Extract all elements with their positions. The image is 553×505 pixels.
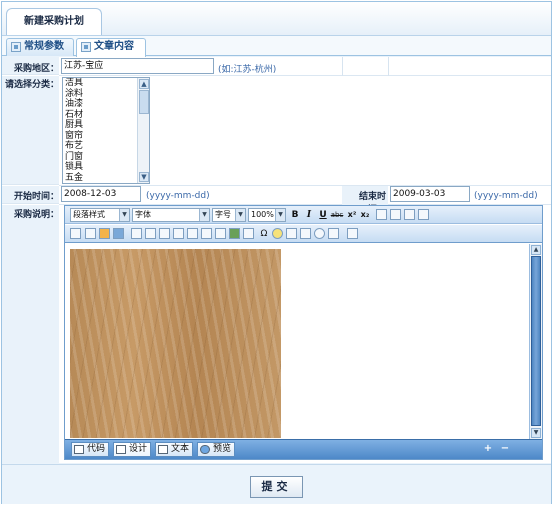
subscript-button[interactable]: x₂ (359, 209, 371, 221)
editor-mode-bar: 代码 设计 文本 预览 + − (65, 439, 542, 459)
select-value: 100% (251, 210, 274, 219)
align-right-icon[interactable] (404, 209, 415, 220)
chevron-down-icon: ▼ (119, 209, 129, 221)
expand-icon[interactable]: + (483, 444, 493, 454)
start-time-label: 开始时间： (13, 192, 59, 202)
tab-general-params[interactable]: 常规参数 (6, 38, 74, 56)
end-time-input[interactable]: 2009-03-03 (390, 186, 470, 202)
unlink-icon[interactable] (243, 228, 254, 239)
region-input[interactable]: 江苏-宝应 (61, 58, 214, 74)
divider (388, 57, 389, 76)
select-value: 字体 (135, 210, 151, 219)
clock-icon[interactable] (314, 228, 325, 239)
preview-icon (200, 445, 210, 454)
mode-preview-button[interactable]: 预览 (197, 442, 236, 457)
submit-button[interactable]: 提交 (250, 476, 303, 498)
page-icon[interactable] (131, 228, 142, 239)
underline-button[interactable]: U (317, 209, 329, 221)
scroll-thumb[interactable] (139, 90, 149, 114)
paragraph-style-select[interactable]: 段落样式 ▼ (70, 208, 130, 222)
chevron-down-icon: ▼ (235, 209, 245, 221)
select-value: 段落样式 (73, 210, 105, 219)
zoom-select[interactable]: 100% ▼ (248, 208, 286, 222)
chevron-down-icon: ▼ (275, 209, 285, 221)
scroll-up-icon[interactable]: ▲ (531, 245, 541, 255)
italic-button[interactable]: I (303, 209, 315, 221)
title-bar: 新建采购计划 (2, 2, 551, 36)
scroll-thumb[interactable] (531, 256, 541, 426)
listbox-scrollbar[interactable]: ▲ ▼ (137, 78, 149, 183)
mode-label: 设计 (129, 444, 148, 454)
fullscreen-icon[interactable] (347, 228, 358, 239)
wood-texture-image (70, 249, 281, 438)
special-char-button[interactable]: Ω (258, 228, 270, 240)
link-icon[interactable] (201, 228, 212, 239)
mode-design-button[interactable]: 设计 (113, 442, 152, 457)
text-icon (158, 445, 168, 454)
mode-label: 预览 (213, 444, 232, 454)
scroll-down-icon[interactable]: ▼ (139, 172, 149, 182)
tab-icon (11, 42, 21, 52)
form-field-icon[interactable] (173, 228, 184, 239)
flash-icon[interactable] (300, 228, 311, 239)
design-icon (116, 445, 126, 454)
hr-icon[interactable] (159, 228, 170, 239)
label-cell (2, 205, 59, 463)
category-listbox[interactable]: 洁具 涂料 油漆 石材 厨具 窗帘 布艺 门窗 锁具 五金 ▲ ▼ (62, 77, 150, 184)
description-label: 采购说明： (13, 210, 59, 220)
align-center-icon[interactable] (390, 209, 401, 220)
page-title: 新建采购计划 (6, 8, 102, 35)
anchor-icon[interactable] (215, 228, 226, 239)
bold-button[interactable]: B (289, 209, 301, 221)
rich-text-editor: 段落样式 ▼ 字体 ▼ 字号 ▼ 100% ▼ B I U abc x² x₂ (64, 205, 543, 460)
superscript-button[interactable]: x² (346, 209, 358, 221)
mode-label: 代码 (87, 444, 106, 454)
editor-content[interactable] (65, 244, 529, 439)
tab-article-content[interactable]: 文章内容 (76, 38, 146, 57)
emoticon-icon[interactable] (272, 228, 283, 239)
strikethrough-button[interactable]: abc (329, 209, 345, 221)
frame-icon[interactable] (145, 228, 156, 239)
tab-bar: 常规参数 文章内容 (2, 36, 551, 57)
editor-scrollbar[interactable]: ▲ ▼ (529, 244, 542, 439)
scroll-up-icon[interactable]: ▲ (139, 79, 149, 89)
tab-label: 文章内容 (94, 41, 134, 52)
start-time-hint: (yyyy-mm-dd) (146, 191, 210, 201)
footer: 提交 (2, 464, 551, 504)
highlight-icon[interactable] (99, 228, 110, 239)
tab-icon (81, 42, 91, 52)
tab-label: 常规参数 (24, 41, 64, 52)
image-icon[interactable] (70, 228, 81, 239)
divider (342, 57, 343, 76)
cut-icon[interactable] (187, 228, 198, 239)
font-size-select[interactable]: 字号 ▼ (212, 208, 246, 222)
label-cell (2, 76, 59, 185)
region-hint: (如:江苏-杭州) (218, 65, 277, 75)
select-value: 字号 (215, 210, 231, 219)
scroll-down-icon[interactable]: ▼ (531, 428, 541, 438)
table-icon[interactable] (85, 228, 96, 239)
mode-code-button[interactable]: 代码 (71, 442, 110, 457)
font-select[interactable]: 字体 ▼ (132, 208, 210, 222)
mode-label: 文本 (171, 444, 190, 454)
main-frame: 新建采购计划 常规参数 文章内容 采购地区： 江苏-宝应 (如:江苏-杭州) 请… (1, 1, 552, 504)
start-time-input[interactable]: 2008-12-03 (61, 186, 141, 202)
code-icon (74, 445, 84, 454)
chevron-down-icon: ▼ (199, 209, 209, 221)
list-icon[interactable] (113, 228, 124, 239)
globe-icon[interactable] (229, 228, 240, 239)
shrink-icon[interactable]: − (500, 444, 510, 454)
end-time-hint: (yyyy-mm-dd) (474, 191, 538, 201)
editor-toolbar-insert: Ω (65, 225, 542, 243)
category-label: 请选择分类： (4, 80, 59, 90)
align-justify-icon[interactable] (418, 209, 429, 220)
editor-toolbar-format: 段落样式 ▼ 字体 ▼ 字号 ▼ 100% ▼ B I U abc x² x₂ (65, 206, 542, 224)
media-icon[interactable] (286, 228, 297, 239)
region-label: 采购地区： (13, 64, 59, 74)
align-left-icon[interactable] (376, 209, 387, 220)
template-icon[interactable] (328, 228, 339, 239)
mode-text-button[interactable]: 文本 (155, 442, 194, 457)
